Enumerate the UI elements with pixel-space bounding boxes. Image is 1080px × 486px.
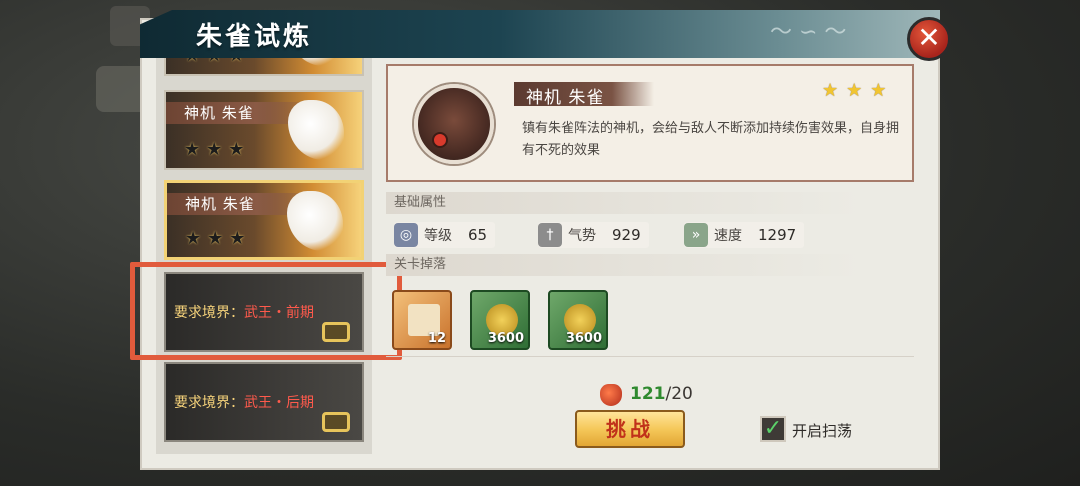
drop-count: 3600 — [565, 331, 602, 346]
highlight-annotation — [130, 262, 402, 360]
locked-stage-card[interactable]: 要求境界：武王・后期 — [164, 362, 364, 442]
lock-icon — [322, 412, 350, 432]
stat-level: ◎ 等级 65 — [394, 222, 496, 248]
star-icon: ★ — [206, 139, 223, 160]
stat-value: 65 — [468, 226, 488, 244]
bird-wing-icon — [287, 191, 343, 251]
boss-stars: ★ ★ ★ — [822, 80, 886, 101]
energy-jar-icon — [600, 384, 622, 406]
boss-description: 镇有朱雀阵法的神机，会给与敌人不断添加持续伤害效果，自身拥有不死的效果 — [522, 121, 900, 158]
stat-momentum: † 气势 929 — [538, 222, 649, 248]
lock-prefix: 要求境界： — [174, 395, 244, 411]
stat-value: 1297 — [758, 226, 797, 244]
lock-realm: 武王・后期 — [244, 395, 314, 411]
challenge-button[interactable]: 挑战 — [575, 410, 685, 448]
energy-current: 121 — [630, 384, 666, 404]
bird-wing-icon — [288, 58, 344, 66]
star-icon: ★ — [846, 80, 863, 101]
star-icon: ★ — [184, 139, 201, 160]
card-name: 神机 朱雀 — [185, 195, 255, 213]
drop-cultivation-item[interactable]: 3600 — [548, 290, 608, 350]
card-name: 神机 朱雀 — [184, 104, 254, 122]
sweep-checkbox[interactable]: ✓ — [760, 416, 786, 442]
card-stars: ★ ★ ★ — [184, 139, 244, 160]
star-icon: ★ — [206, 58, 222, 66]
panel-title: 朱雀试炼 — [196, 22, 313, 52]
boss-core-icon — [432, 132, 448, 148]
lock-requirement: 要求境界：武王・后期 — [174, 392, 314, 412]
stage-card-selected[interactable]: 神机 朱雀 ★ ★ ★ — [164, 180, 364, 260]
star-icon: ★ — [184, 58, 200, 66]
stage-card[interactable]: 神机 朱雀 ★ ★ ★ — [164, 90, 364, 170]
stat-label: 气势 — [568, 228, 596, 244]
stage-card[interactable]: ★ ★ ★ — [164, 58, 364, 76]
card-stars: ★ ★ ★ — [184, 58, 244, 66]
boot-icon: » — [684, 223, 708, 247]
stat-value: 929 — [612, 226, 641, 244]
card-stars: ★ ★ ★ — [185, 228, 245, 249]
star-icon: ★ — [185, 228, 202, 249]
drop-count: 3600 — [487, 331, 524, 346]
divider — [386, 356, 914, 357]
drop-count: 12 — [427, 331, 446, 346]
star-icon: ★ — [822, 80, 839, 101]
energy-counter: 121/20 — [630, 384, 693, 404]
sweep-label: 开启扫荡 — [792, 422, 853, 440]
bird-wing-icon — [288, 100, 344, 160]
stat-speed: » 速度 1297 — [684, 222, 805, 248]
sword-icon: † — [538, 223, 562, 247]
close-button[interactable]: ✕ — [907, 17, 951, 61]
boss-portrait — [414, 84, 494, 164]
star-icon: ★ — [228, 139, 245, 160]
stat-label: 等级 — [424, 228, 452, 244]
star-icon: ★ — [870, 80, 887, 101]
boss-name: 神机 朱雀 — [526, 88, 605, 108]
energy-max: /20 — [665, 384, 693, 404]
star-icon: ★ — [207, 228, 224, 249]
header-decoration-icon: ～ ∽ ～ — [770, 20, 847, 45]
star-icon: ★ — [229, 228, 246, 249]
star-icon: ★ — [228, 58, 244, 66]
section-base-attrs: 基础属性 — [386, 192, 914, 214]
stage-list[interactable]: ★ ★ ★ 神机 朱雀 ★ ★ ★ 神机 朱雀 ★ ★ ★ 要求境界：武王・前期… — [156, 58, 372, 454]
swirl-icon: ◎ — [394, 223, 418, 247]
section-drops: 关卡掉落 — [386, 254, 914, 276]
drop-coin-item[interactable]: 3600 — [470, 290, 530, 350]
drop-scroll-item[interactable]: 12 — [392, 290, 452, 350]
stat-label: 速度 — [714, 228, 742, 244]
